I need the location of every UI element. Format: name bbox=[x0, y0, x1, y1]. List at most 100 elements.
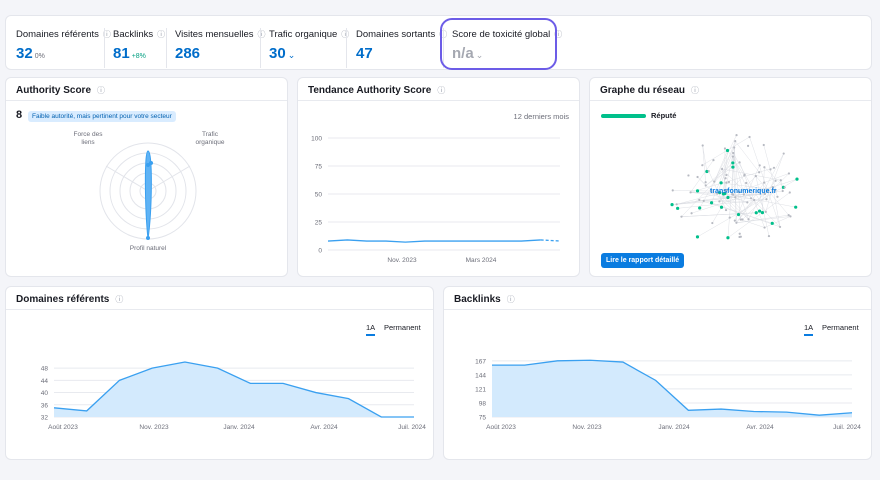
graph-node bbox=[727, 180, 731, 184]
graph-node bbox=[704, 181, 707, 184]
info-icon[interactable]: ⓘ bbox=[258, 30, 266, 39]
tendance-chart: 100 75 50 25 0 Nov. 2023 Mars 2024 bbox=[311, 136, 561, 264]
graph-node bbox=[733, 146, 736, 149]
graph-node bbox=[757, 209, 762, 213]
graph-node bbox=[687, 174, 690, 177]
metric-value: 32 bbox=[16, 45, 33, 62]
radar-label-force: Force des liens bbox=[74, 131, 104, 146]
y-tick-label: 44 bbox=[41, 378, 49, 385]
graph-node bbox=[701, 144, 704, 147]
graph-node bbox=[747, 218, 750, 221]
graph-node bbox=[725, 181, 728, 184]
graph-node bbox=[690, 212, 693, 215]
y-tick-label: 100 bbox=[311, 136, 322, 143]
graph-node bbox=[782, 152, 785, 155]
graph-node bbox=[754, 175, 757, 178]
graph-node bbox=[739, 235, 742, 238]
graph-node bbox=[788, 191, 791, 194]
backlinks-card: Backlinks ⓘ 1A Permanent 167 144 121 98 75 Aoû… bbox=[443, 286, 872, 460]
graph-node bbox=[745, 181, 748, 185]
graph-node bbox=[725, 148, 730, 153]
graph-node bbox=[739, 218, 742, 221]
graph-node bbox=[753, 198, 756, 202]
graph-node bbox=[765, 198, 768, 201]
y-tick-label: 40 bbox=[41, 390, 49, 397]
domaines-referents-card: Domaines référents ⓘ 1A Permanent 48 44 40 3… bbox=[5, 286, 434, 460]
graph-node bbox=[738, 161, 741, 164]
x-tick-label: Nov. 2023 bbox=[387, 257, 417, 264]
domaines-referents-chart: 48 44 40 36 32 Août 2023 Nov. 2023 Janv. 2024 Av… bbox=[41, 361, 426, 431]
graph-node bbox=[758, 164, 761, 167]
graph-node bbox=[754, 211, 758, 215]
graph-node bbox=[731, 161, 735, 165]
graph-node bbox=[731, 155, 735, 158]
metric-label: Domaines référents bbox=[16, 29, 99, 40]
graph-node bbox=[732, 151, 735, 155]
x-tick-label: Juil. 2024 bbox=[833, 424, 861, 431]
metric-domaines-referents[interactable]: Domaines référents ⓘ 32 0% bbox=[16, 29, 111, 62]
y-tick-label: 75 bbox=[315, 164, 323, 171]
info-icon[interactable]: ⓘ bbox=[157, 30, 165, 39]
graph-node bbox=[726, 195, 730, 200]
chevron-down-icon[interactable]: ⌄ bbox=[288, 50, 296, 60]
graph-node bbox=[711, 221, 714, 225]
metric-label: Domaines sortants bbox=[356, 29, 436, 40]
toxicity-highlight bbox=[440, 18, 557, 70]
metric-change: 0% bbox=[34, 53, 45, 60]
metric-value: 47 bbox=[356, 45, 373, 62]
graph-node bbox=[724, 208, 728, 212]
series-line-projected bbox=[540, 239, 561, 242]
graph-edge bbox=[702, 145, 708, 172]
radar-point-trafic[interactable] bbox=[149, 161, 153, 165]
metric-value: 30 bbox=[269, 45, 286, 62]
detailed-report-button[interactable]: Lire le rapport détaillé bbox=[601, 253, 685, 268]
network-graph[interactable] bbox=[590, 78, 873, 278]
graph-node bbox=[779, 179, 782, 182]
graph-node bbox=[738, 232, 741, 235]
radar-point-profil[interactable] bbox=[146, 236, 150, 240]
graph-node bbox=[719, 181, 723, 185]
graph-node bbox=[698, 206, 702, 210]
tendance-card: Tendance Authority Score ⓘ 12 derniers mo… bbox=[297, 77, 580, 277]
graph-node bbox=[774, 179, 777, 182]
domain-label[interactable]: transfonumerique.fr bbox=[710, 188, 777, 195]
graph-node bbox=[676, 206, 680, 210]
graph-node bbox=[726, 236, 730, 240]
metric-sortants[interactable]: Domaines sortantsⓘ 47 bbox=[356, 29, 447, 62]
graph-node bbox=[670, 203, 674, 207]
graph-node bbox=[776, 195, 779, 198]
graph-node bbox=[728, 216, 731, 219]
graph-node bbox=[735, 221, 738, 224]
graph-node bbox=[701, 164, 704, 167]
graph-node bbox=[746, 144, 750, 148]
graph-node bbox=[769, 168, 772, 171]
radar-chart: Force des liens Trafic organique Profil na… bbox=[74, 131, 225, 252]
graph-node bbox=[781, 189, 784, 193]
y-tick-label: 167 bbox=[475, 358, 486, 365]
y-tick-label: 36 bbox=[41, 402, 49, 409]
graph-edge bbox=[702, 136, 750, 166]
x-tick-label: Août 2023 bbox=[48, 424, 78, 431]
graph-node bbox=[763, 181, 766, 184]
y-tick-label: 50 bbox=[315, 192, 323, 199]
graph-node bbox=[689, 191, 692, 194]
y-tick-label: 98 bbox=[479, 400, 487, 407]
graph-node bbox=[767, 234, 771, 238]
x-tick-label: Janv. 2024 bbox=[223, 424, 255, 431]
metric-visites[interactable]: Visites mensuelles ⓘ 286 bbox=[175, 29, 266, 62]
graph-node bbox=[783, 186, 786, 189]
graph-edge bbox=[780, 180, 783, 191]
x-tick-label: Janv. 2024 bbox=[658, 424, 690, 431]
graph-edge bbox=[702, 145, 706, 183]
graph-node bbox=[763, 166, 766, 169]
graph-node bbox=[734, 140, 737, 143]
metric-backlinks[interactable]: Backlinks ⓘ 81 +8% bbox=[113, 29, 165, 62]
metric-trafic[interactable]: Trafic organiqueⓘ 30⌄ bbox=[269, 29, 349, 62]
graph-node bbox=[748, 135, 751, 139]
graph-node bbox=[787, 214, 790, 217]
graph-node bbox=[725, 173, 728, 177]
graph-edge bbox=[755, 176, 789, 216]
graph-node bbox=[680, 215, 683, 218]
graph-node bbox=[702, 199, 705, 202]
metrics-bar: Domaines référents ⓘ 32 0% Backlinks ⓘ 81 +8… bbox=[5, 15, 872, 70]
